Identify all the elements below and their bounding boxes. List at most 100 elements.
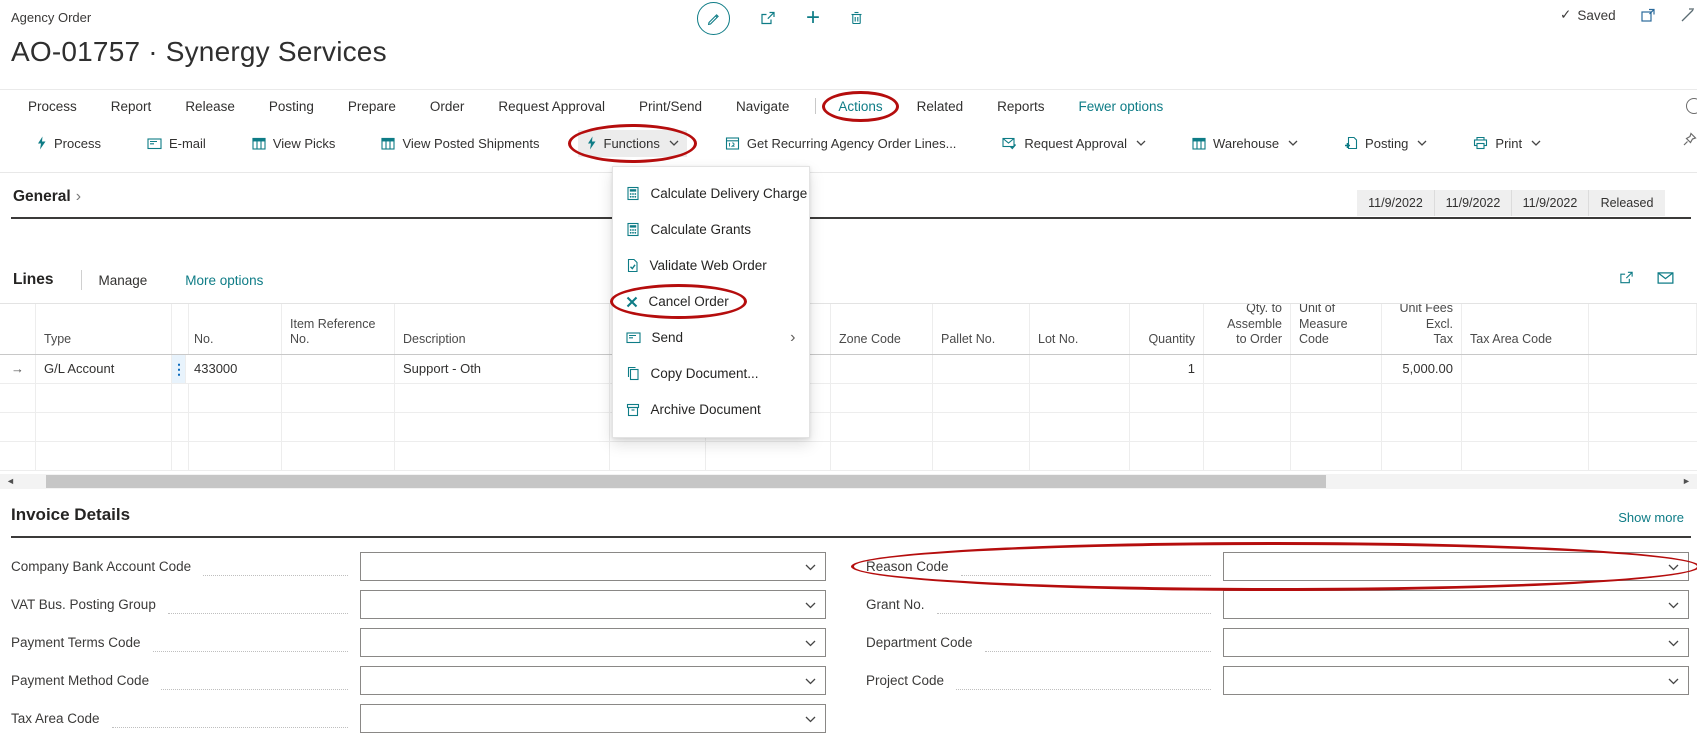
status-badge[interactable]: Released: [1588, 190, 1665, 216]
scroll-right-arrow-icon[interactable]: ►: [1682, 475, 1691, 488]
menu-tab-related[interactable]: Related: [917, 99, 964, 114]
menu-item-validate-web-order[interactable]: Validate Web Order: [613, 248, 809, 284]
tax-area-code-combobox[interactable]: [360, 704, 826, 733]
payment-method-code-combobox[interactable]: [360, 666, 826, 695]
cell-description[interactable]: Support - Oth: [395, 355, 610, 383]
toolbar-button-print[interactable]: Print: [1465, 130, 1549, 157]
columns-icon: [381, 137, 395, 150]
menu-item-calculate-grants[interactable]: Calculate Grants: [613, 212, 809, 248]
menu-tab-process[interactable]: Process: [28, 99, 77, 114]
menu-tab-actions[interactable]: Actions: [838, 99, 882, 114]
toolbar-button-posting[interactable]: Posting: [1336, 130, 1435, 157]
approval-mail-icon: [1002, 137, 1017, 150]
chevron-down-icon: [805, 564, 816, 571]
menu-tab-request-approval[interactable]: Request Approval: [498, 99, 605, 114]
clipped-edge-icon[interactable]: [1680, 8, 1694, 23]
popout-icon[interactable]: [1640, 8, 1656, 23]
cell-unit-of-measure[interactable]: [1291, 355, 1382, 383]
edit-button[interactable]: [697, 2, 730, 35]
table-horizontal-scrollbar[interactable]: ◄ ►: [0, 474, 1697, 489]
menu-tab-navigate[interactable]: Navigate: [736, 99, 789, 114]
mail-icon[interactable]: [1657, 270, 1674, 285]
share-icon[interactable]: [1618, 270, 1635, 285]
scrollbar-thumb[interactable]: [46, 475, 1326, 488]
breadcrumb[interactable]: Agency Order: [11, 10, 91, 25]
column-header-qty-to-assemble[interactable]: Qty. to Assembleto Order: [1204, 304, 1291, 354]
menu-fewer-options[interactable]: Fewer options: [1078, 99, 1163, 114]
menu-item-send[interactable]: Send ›: [613, 320, 809, 356]
toolbar-button-request-approval[interactable]: Request Approval: [994, 130, 1154, 157]
general-section-toggle[interactable]: General ›: [13, 188, 81, 206]
search-icon[interactable]: [1686, 98, 1697, 114]
payment-terms-code-combobox[interactable]: [360, 628, 826, 657]
company-bank-account-code-combobox[interactable]: [360, 552, 826, 581]
cell-tax-area[interactable]: [1462, 355, 1589, 383]
warehouse-columns-icon: [1192, 137, 1206, 150]
menu-tab-posting[interactable]: Posting: [269, 99, 314, 114]
grant-no-combobox[interactable]: [1223, 590, 1689, 619]
menu-tab-report[interactable]: Report: [111, 99, 152, 114]
menu-tab-prepare[interactable]: Prepare: [348, 99, 396, 114]
lines-more-options[interactable]: More options: [185, 273, 263, 288]
column-header-unit-fees-excl-tax[interactable]: Unit Fees Excl.Tax: [1382, 304, 1462, 354]
vat-bus-posting-group-combobox[interactable]: [360, 590, 826, 619]
column-header-quantity[interactable]: Quantity: [1130, 304, 1204, 354]
scroll-left-arrow-icon[interactable]: ◄: [6, 475, 15, 488]
cell-item-reference[interactable]: [282, 355, 395, 383]
cell-type[interactable]: G/L Account: [36, 355, 172, 383]
pin-icon[interactable]: [1682, 132, 1697, 147]
toolbar-button-email[interactable]: E-mail: [139, 130, 214, 157]
menu-tab-release[interactable]: Release: [185, 99, 235, 114]
cell-no[interactable]: 433000: [186, 355, 282, 383]
toolbar-button-warehouse[interactable]: Warehouse: [1184, 130, 1306, 157]
table-row-empty[interactable]: [0, 413, 1697, 442]
column-header-lot-no[interactable]: Lot No.: [1030, 304, 1130, 354]
table-row[interactable]: → G/L Account ⋮ 433000 Support - Oth 0 K…: [0, 355, 1697, 384]
toolbar-button-get-recurring-lines[interactable]: Get Recurring Agency Order Lines...: [717, 130, 965, 157]
cell-unit-fees[interactable]: 5,000.00: [1382, 355, 1462, 383]
menu-item-cancel-order[interactable]: Cancel Order: [613, 284, 809, 320]
menu-tab-order[interactable]: Order: [430, 99, 465, 114]
lines-section-title[interactable]: Lines: [13, 271, 53, 289]
column-header-tax-area-code[interactable]: Tax Area Code: [1462, 304, 1589, 354]
cell-zone-code[interactable]: [831, 355, 933, 383]
document-date[interactable]: 11/9/2022: [1357, 190, 1434, 216]
lines-manage-menu[interactable]: Manage: [98, 273, 147, 288]
menu-item-label: Archive Document: [651, 402, 761, 417]
cell-quantity[interactable]: 1: [1130, 355, 1204, 383]
share-icon[interactable]: [759, 10, 777, 26]
menu-tab-print-send[interactable]: Print/Send: [639, 99, 702, 114]
department-code-combobox[interactable]: [1223, 628, 1689, 657]
toolbar-button-view-posted-shipments[interactable]: View Posted Shipments: [373, 130, 547, 157]
toolbar-button-functions[interactable]: Functions Calculate Delivery Charge Calc…: [578, 130, 687, 157]
column-header-no[interactable]: No.: [186, 304, 282, 354]
due-date[interactable]: 11/9/2022: [1511, 190, 1588, 216]
reason-code-combobox[interactable]: [1223, 552, 1689, 581]
menu-item-archive-document[interactable]: Archive Document: [613, 392, 809, 428]
cell-pallet-no[interactable]: [933, 355, 1030, 383]
cell-qty-to-assemble[interactable]: [1204, 355, 1291, 383]
submenu-chevron-icon: ›: [790, 329, 795, 347]
table-row-empty[interactable]: [0, 384, 1697, 413]
chevron-down-icon: [805, 640, 816, 647]
posting-date[interactable]: 11/9/2022: [1434, 190, 1511, 216]
plus-icon[interactable]: +: [806, 4, 820, 32]
toolbar-button-view-picks[interactable]: View Picks: [244, 130, 344, 157]
cell-lot-no[interactable]: [1030, 355, 1130, 383]
row-context-menu-icon[interactable]: ⋮: [172, 355, 186, 383]
show-more-link[interactable]: Show more: [1598, 510, 1684, 525]
trash-icon[interactable]: [849, 10, 864, 26]
table-row-empty[interactable]: [0, 442, 1697, 471]
invoice-details-title[interactable]: Invoice Details: [11, 505, 130, 525]
menu-item-calculate-delivery-charge[interactable]: Calculate Delivery Charge: [613, 176, 809, 212]
menu-tab-reports[interactable]: Reports: [997, 99, 1044, 114]
toolbar-button-process[interactable]: Process: [28, 130, 109, 157]
column-header-zone-code[interactable]: Zone Code: [831, 304, 933, 354]
column-header-type[interactable]: Type: [36, 304, 172, 354]
menu-item-copy-document[interactable]: Copy Document...: [613, 356, 809, 392]
project-code-combobox[interactable]: [1223, 666, 1689, 695]
column-header-unit-of-measure[interactable]: Unit ofMeasure Code: [1291, 304, 1382, 354]
column-header-description[interactable]: Description: [395, 304, 610, 354]
column-header-pallet-no[interactable]: Pallet No.: [933, 304, 1030, 354]
column-header-item-reference-no[interactable]: Item ReferenceNo.: [282, 304, 395, 354]
